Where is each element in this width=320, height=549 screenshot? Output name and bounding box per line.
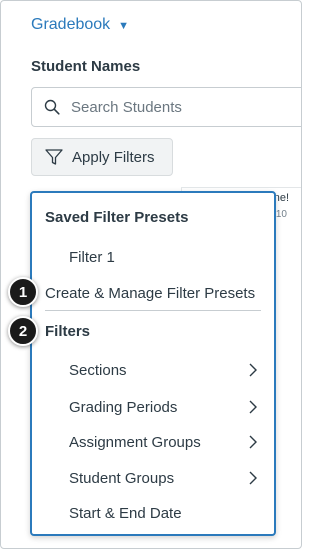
apply-filters-menu: Saved Filter Presets Filter 1 Create & M… <box>30 191 276 536</box>
caret-down-icon: ▼ <box>118 20 130 32</box>
filter-item-start-end-date[interactable]: Start & End Date <box>32 498 274 528</box>
chevron-right-icon <box>249 435 257 449</box>
filter-item-sections[interactable]: Sections <box>32 355 274 385</box>
preset-item-filter-1[interactable]: Filter 1 <box>32 242 274 272</box>
filter-funnel-icon <box>45 149 63 165</box>
apply-filters-button[interactable]: Apply Filters <box>31 138 173 176</box>
chevron-right-icon <box>249 400 257 414</box>
apply-filters-label: Apply Filters <box>72 148 155 166</box>
student-names-heading: Student Names <box>31 58 141 75</box>
assignment-column-points: 10 <box>275 209 287 220</box>
chevron-right-icon <box>249 363 257 377</box>
gradebook-menu-label: Gradebook <box>31 16 111 33</box>
gradebook-menu[interactable]: Gradebook ▼ <box>31 16 129 34</box>
filters-heading: Filters <box>45 323 91 340</box>
filter-item-grading-periods[interactable]: Grading Periods <box>32 392 274 422</box>
filter-item-student-groups[interactable]: Student Groups <box>32 463 274 493</box>
callout-badge-1: 1 <box>8 277 38 307</box>
search-students-input[interactable] <box>71 98 291 116</box>
create-manage-presets-item[interactable]: Create & Manage Filter Presets <box>32 278 274 308</box>
search-students-field[interactable] <box>31 87 301 127</box>
gradebook-panel: Gradebook ▼ Student Names Apply Filters … <box>0 0 302 549</box>
saved-filter-presets-heading: Saved Filter Presets <box>45 209 189 226</box>
callout-badge-2: 2 <box>8 316 38 346</box>
filter-item-assignment-groups[interactable]: Assignment Groups <box>32 427 274 457</box>
search-icon <box>44 99 60 115</box>
chevron-right-icon <box>249 471 257 485</box>
menu-divider <box>45 310 261 311</box>
